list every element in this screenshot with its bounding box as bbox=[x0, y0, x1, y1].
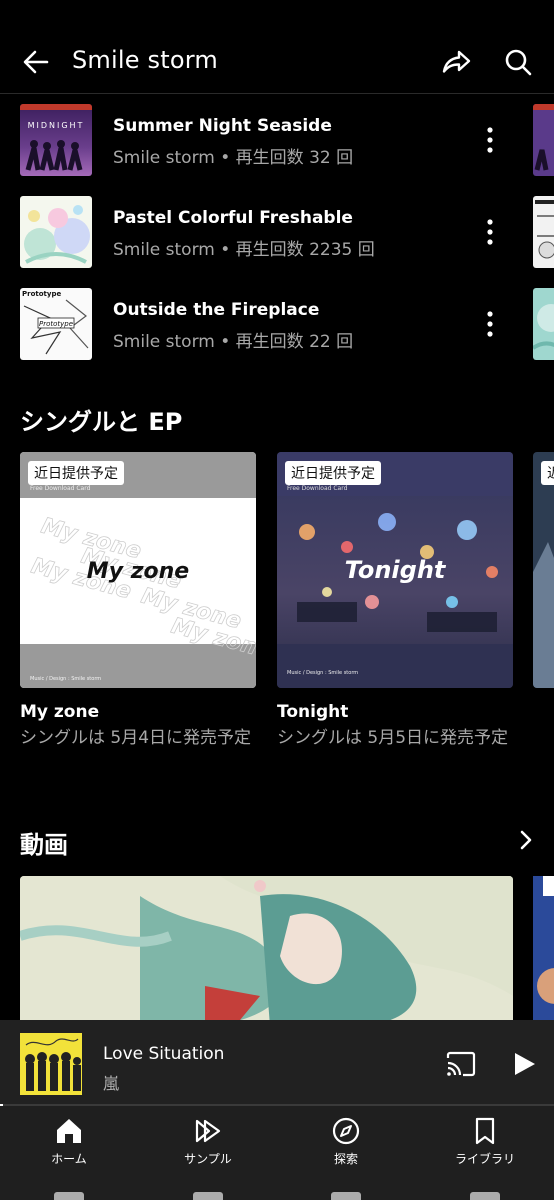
cut-off-icon bbox=[54, 1192, 84, 1200]
coming-soon-badge: 近日提供予定 bbox=[28, 461, 124, 485]
cut-off-icon bbox=[193, 1192, 223, 1200]
track-artwork bbox=[20, 196, 92, 268]
track-row[interactable]: Pastel Colorful Freshable Smile storm • … bbox=[0, 196, 554, 280]
track-subtitle: Smile storm • 再生回数 32 回 bbox=[113, 148, 354, 168]
coming-soon-badge: 近 bbox=[541, 461, 554, 485]
artwork-subtitle: Free Download Card bbox=[30, 485, 91, 492]
search-icon[interactable] bbox=[500, 44, 536, 80]
track-subtitle: Smile storm • 再生回数 22 回 bbox=[113, 332, 354, 352]
nav-item-library[interactable]: ライブラリ bbox=[435, 1116, 535, 1172]
section-title-videos: 動画 bbox=[20, 831, 68, 859]
now-playing-artwork bbox=[20, 1033, 82, 1095]
single-card[interactable]: 近 Wh シ定 bbox=[533, 452, 554, 688]
cut-off-icon bbox=[331, 1192, 361, 1200]
library-icon bbox=[475, 1117, 495, 1145]
nav-item-explore[interactable]: 探索 bbox=[296, 1116, 396, 1172]
back-arrow-icon[interactable] bbox=[18, 44, 54, 80]
single-release-date: シングルは 5月5日に発売予定 bbox=[277, 728, 509, 748]
track-row[interactable]: Prototype Prototype Outside the Fireplac… bbox=[0, 288, 554, 372]
artwork-subtitle: Free Download Card bbox=[287, 485, 348, 492]
next-column-artwork bbox=[533, 104, 554, 176]
coming-soon-badge: 近日提供予定 bbox=[285, 461, 381, 485]
now-playing-title: Love Situation bbox=[103, 1044, 225, 1064]
home-icon bbox=[57, 1119, 81, 1143]
more-vert-icon[interactable] bbox=[478, 120, 502, 160]
single-artwork: 近 bbox=[533, 452, 554, 688]
now-playing-artist: 嵐 bbox=[103, 1074, 120, 1093]
artwork-credit: Music / Design : Smile storm bbox=[287, 670, 358, 676]
more-vert-icon[interactable] bbox=[478, 304, 502, 344]
artwork-text: MIDNIGHT bbox=[28, 121, 85, 130]
track-artwork: MIDNIGHT bbox=[20, 104, 92, 176]
artwork-title: Tonight bbox=[345, 556, 447, 584]
single-card[interactable]: Free Download Card My zone My zone My zo… bbox=[20, 452, 256, 748]
video-thumbnail[interactable] bbox=[20, 876, 513, 1026]
explore-icon bbox=[332, 1117, 360, 1145]
nav-label: ホーム bbox=[51, 1152, 87, 1166]
nav-item-samples[interactable]: サンプル bbox=[158, 1116, 258, 1172]
cut-off-icon bbox=[470, 1192, 500, 1200]
single-title: My zone bbox=[20, 702, 100, 722]
track-subtitle: Smile storm • 再生回数 2235 回 bbox=[113, 240, 375, 260]
artwork-credit: Music / Design : Smile storm bbox=[30, 676, 101, 682]
samples-icon bbox=[195, 1119, 221, 1143]
cast-icon[interactable] bbox=[445, 1050, 477, 1078]
artwork-text: Prototype bbox=[22, 290, 61, 298]
artwork-text: Prototype bbox=[39, 320, 73, 328]
mini-player[interactable]: Love Situation 嵐 bbox=[0, 1020, 554, 1106]
nav-item-home[interactable]: ホーム bbox=[19, 1116, 119, 1172]
share-icon[interactable] bbox=[438, 44, 474, 80]
chevron-right-icon[interactable] bbox=[514, 826, 538, 854]
nav-label: ライブラリ bbox=[454, 1152, 515, 1166]
next-column-artwork bbox=[533, 288, 554, 360]
bottom-navigation: ホーム サンプル 探索 ライブラリ bbox=[0, 1106, 554, 1200]
app-header: Smile storm bbox=[0, 0, 554, 94]
more-vert-icon[interactable] bbox=[478, 212, 502, 252]
track-artwork: Prototype Prototype bbox=[20, 288, 92, 360]
single-artwork: Free Download Card My zone My zone My zo… bbox=[20, 452, 256, 688]
nav-label: サンプル bbox=[184, 1152, 232, 1166]
track-title: Outside the Fireplace bbox=[113, 300, 320, 320]
track-title: Summer Night Seaside bbox=[113, 116, 332, 136]
track-row[interactable]: MIDNIGHT Summer Night Seaside Smile stor… bbox=[0, 104, 554, 188]
single-artwork: Free Download Card Tonight Music / Desig… bbox=[277, 452, 513, 688]
artwork-title: My zone bbox=[87, 559, 189, 584]
single-title: Tonight bbox=[277, 702, 349, 722]
section-title-singles: シングルと EP bbox=[20, 408, 183, 436]
track-title: Pastel Colorful Freshable bbox=[113, 208, 353, 228]
single-card[interactable]: Free Download Card Tonight Music / Desig… bbox=[277, 452, 513, 748]
single-release-date: シングルは 5月4日に発売予定 bbox=[20, 728, 252, 748]
play-icon[interactable] bbox=[510, 1050, 538, 1078]
page-title: Smile storm bbox=[72, 46, 218, 74]
next-video-thumbnail[interactable] bbox=[533, 876, 554, 1026]
next-column-artwork bbox=[533, 196, 554, 268]
nav-label: 探索 bbox=[333, 1152, 358, 1166]
